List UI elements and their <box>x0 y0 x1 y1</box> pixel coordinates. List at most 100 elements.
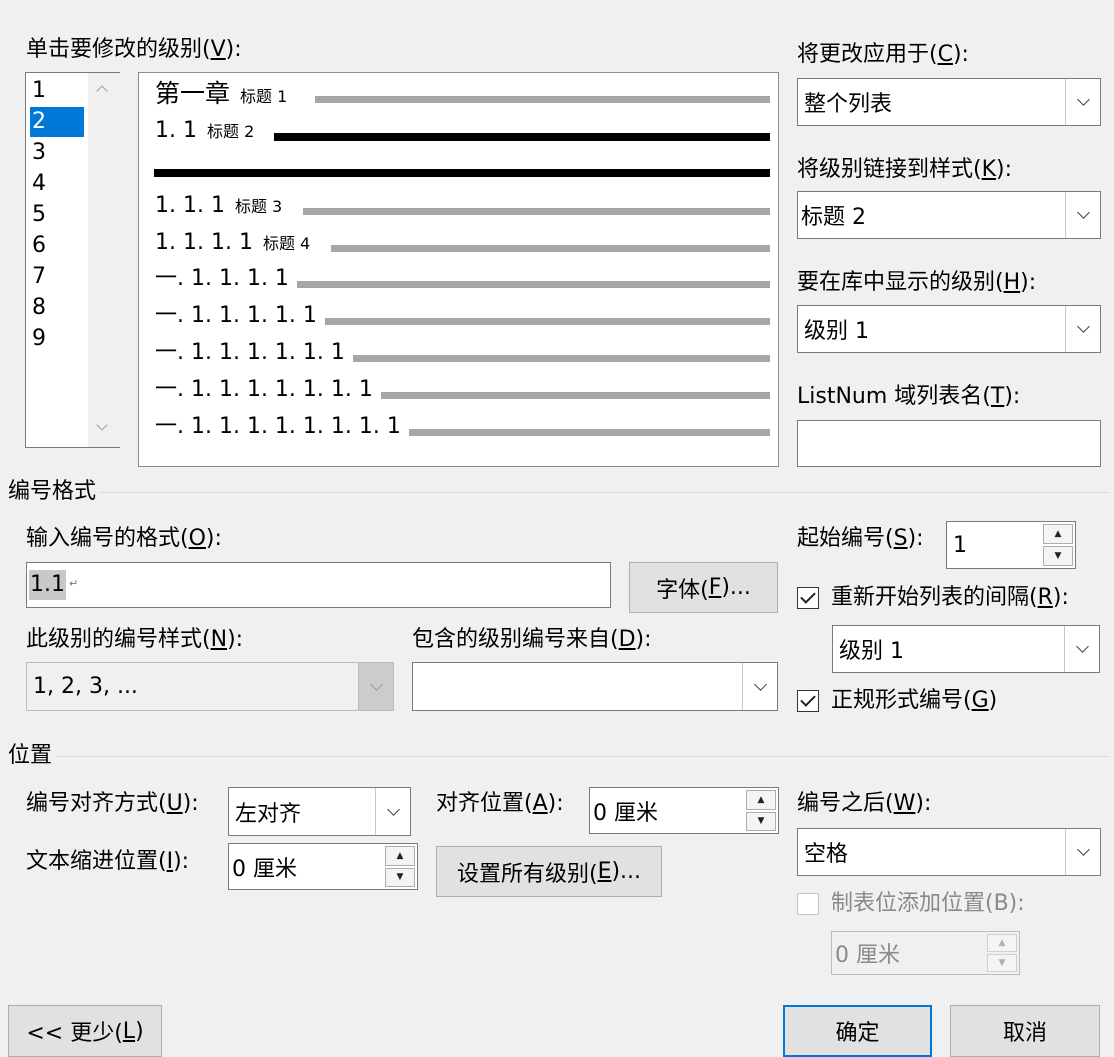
preview-number-text: 一. 1. 1. 1. 1. 1 <box>155 303 317 328</box>
level-list-label: 单击要修改的级别(V): <box>26 37 242 62</box>
spin-up-icon[interactable]: ▲ <box>746 790 776 810</box>
level-list-scrollbar[interactable] <box>88 73 120 447</box>
preview-line-number: 一. 1. 1. 1. 1. 1. 1. 1. 1 <box>155 414 401 440</box>
spin-down-icon[interactable]: ▼ <box>385 867 415 887</box>
spin-down-icon[interactable]: ▼ <box>746 811 776 831</box>
level-list-item[interactable]: 3 <box>30 138 84 168</box>
font-button[interactable]: 字体(F)... <box>629 562 778 613</box>
chevron-down-icon[interactable] <box>742 663 777 710</box>
preview-style-name: 标题 2 <box>206 122 255 141</box>
chevron-down-icon[interactable] <box>1064 626 1099 672</box>
less-button[interactable]: << 更少(L) <box>8 1005 162 1057</box>
gallery-level-label: 要在库中显示的级别(H): <box>797 270 1037 295</box>
position-section-title: 位置 <box>8 743 53 768</box>
preview-number-text: 一. 1. 1. 1. 1. 1. 1. 1 <box>155 377 373 402</box>
restart-level-select[interactable]: 级别 1 <box>832 625 1100 673</box>
preview-text-bar <box>274 133 770 141</box>
text-indent-stepper[interactable]: 0 厘米 ▲ ▼ <box>228 843 418 890</box>
level-list-item[interactable]: 2 <box>30 107 84 137</box>
aligned-at-label: 对齐位置(A): <box>436 791 564 816</box>
scroll-down-icon[interactable] <box>96 419 108 431</box>
number-format-input[interactable]: 1.1 ↵ <box>26 562 611 608</box>
spin-down-icon[interactable]: ▼ <box>987 954 1017 972</box>
preview-number-text: 1. 1 <box>155 118 197 143</box>
tab-stop-label: 制表位添加位置(B): <box>831 891 1025 916</box>
chevron-down-icon[interactable] <box>375 788 410 835</box>
ok-button[interactable]: 确定 <box>783 1005 932 1057</box>
numbering-preview: 第一章 标题 1 1. 1 标题 2 1. 1. 1 标题 3 1. 1. 1. 1 标题 4… <box>138 72 779 467</box>
preview-line-number: 一. 1. 1. 1. 1. 1. 1. 1 <box>155 377 373 403</box>
number-style-select[interactable]: 1, 2, 3, ... <box>26 662 394 711</box>
section-divider <box>100 492 1110 493</box>
restart-checkbox[interactable] <box>797 587 819 609</box>
number-format-section-title: 编号格式 <box>8 479 97 504</box>
preview-text-bar <box>331 245 770 252</box>
legal-style-label: 正规形式编号(G) <box>831 688 998 713</box>
spin-up-icon[interactable]: ▲ <box>1043 524 1073 544</box>
preview-line-number: 一. 1. 1. 1. 1. 1 <box>155 303 317 329</box>
preview-text-bar <box>315 96 770 103</box>
set-all-levels-button[interactable]: 设置所有级别(E)... <box>436 846 662 897</box>
number-format-value: 1.1 <box>29 570 66 600</box>
start-at-stepper[interactable]: 1 ▲ ▼ <box>946 521 1076 569</box>
paragraph-mark-icon: ↵ <box>69 577 79 590</box>
spin-up-icon[interactable]: ▲ <box>987 934 1017 952</box>
link-style-select[interactable]: 标题 2 <box>797 191 1101 239</box>
gallery-level-select[interactable]: 级别 1 <box>797 305 1101 353</box>
preview-text-bar <box>353 355 770 362</box>
preview-line-number: 第一章 标题 1 <box>155 81 287 110</box>
start-at-label: 起始编号(S): <box>797 526 924 551</box>
preview-line-number: 1. 1 标题 2 <box>155 118 254 145</box>
preview-line-number: 1. 1. 1. 1 标题 4 <box>155 230 310 257</box>
chevron-down-icon[interactable] <box>1065 192 1100 238</box>
check-icon <box>800 691 816 707</box>
spin-up-icon[interactable]: ▲ <box>385 846 415 866</box>
format-input-label: 输入编号的格式(O): <box>26 526 222 551</box>
preview-number-text: 一. 1. 1. 1. 1. 1. 1. 1. 1 <box>155 414 401 439</box>
preview-text-bar <box>381 392 770 399</box>
preview-text-bar <box>409 429 770 436</box>
level-list-item[interactable]: 9 <box>30 324 84 354</box>
level-list-item[interactable]: 7 <box>30 262 84 292</box>
number-alignment-select[interactable]: 左对齐 <box>228 787 411 836</box>
preview-line-number: 一. 1. 1. 1. 1. 1. 1 <box>155 340 345 366</box>
preview-number-text: 第一章 <box>155 79 231 108</box>
level-list-item[interactable]: 4 <box>30 169 84 199</box>
legal-style-checkbox[interactable] <box>797 690 819 712</box>
preview-number-text: 1. 1. 1. 1 <box>155 230 253 255</box>
preview-line-number: 1. 1. 1 标题 3 <box>155 193 282 220</box>
apply-to-label: 将更改应用于(C): <box>797 42 969 67</box>
follow-number-select[interactable]: 空格 <box>797 828 1101 876</box>
scroll-up-icon[interactable] <box>96 85 108 97</box>
level-list-item[interactable]: 1 <box>30 76 84 106</box>
number-alignment-label: 编号对齐方式(U): <box>26 791 199 816</box>
spin-down-icon[interactable]: ▼ <box>1043 546 1073 566</box>
chevron-down-icon[interactable] <box>1065 79 1100 125</box>
preview-style-name: 标题 1 <box>240 87 288 106</box>
level-list-item[interactable]: 8 <box>30 293 84 323</box>
follow-number-label: 编号之后(W): <box>797 791 932 816</box>
number-style-label: 此级别的编号样式(N): <box>26 627 244 652</box>
chevron-down-icon[interactable] <box>1065 306 1100 352</box>
listnum-input[interactable] <box>797 420 1101 467</box>
listnum-label: ListNum 域列表名(T): <box>797 384 1021 409</box>
include-level-select[interactable] <box>412 662 778 711</box>
level-list-item[interactable]: 6 <box>30 231 84 261</box>
restart-label: 重新开始列表的间隔(R): <box>831 585 1069 610</box>
preview-number-text: 1. 1. 1 <box>155 193 225 218</box>
text-indent-label: 文本缩进位置(I): <box>26 849 190 874</box>
tab-stop-stepper[interactable]: 0 厘米 ▲ ▼ <box>831 931 1020 975</box>
cancel-button[interactable]: 取消 <box>950 1005 1100 1057</box>
chevron-down-icon[interactable] <box>1065 829 1100 875</box>
tab-stop-checkbox[interactable] <box>797 893 819 915</box>
level-list-item[interactable]: 5 <box>30 200 84 230</box>
aligned-at-stepper[interactable]: 0 厘米 ▲ ▼ <box>589 787 779 834</box>
preview-style-name: 标题 4 <box>262 234 311 253</box>
preview-number-text: 一. 1. 1. 1. 1 <box>155 266 289 291</box>
include-level-label: 包含的级别编号来自(D): <box>412 627 652 652</box>
chevron-down-icon[interactable] <box>358 663 393 710</box>
apply-to-select[interactable]: 整个列表 <box>797 78 1101 126</box>
preview-style-name: 标题 3 <box>234 197 283 216</box>
preview-text-bar <box>303 208 770 215</box>
level-listbox[interactable]: 123456789 <box>25 72 120 448</box>
